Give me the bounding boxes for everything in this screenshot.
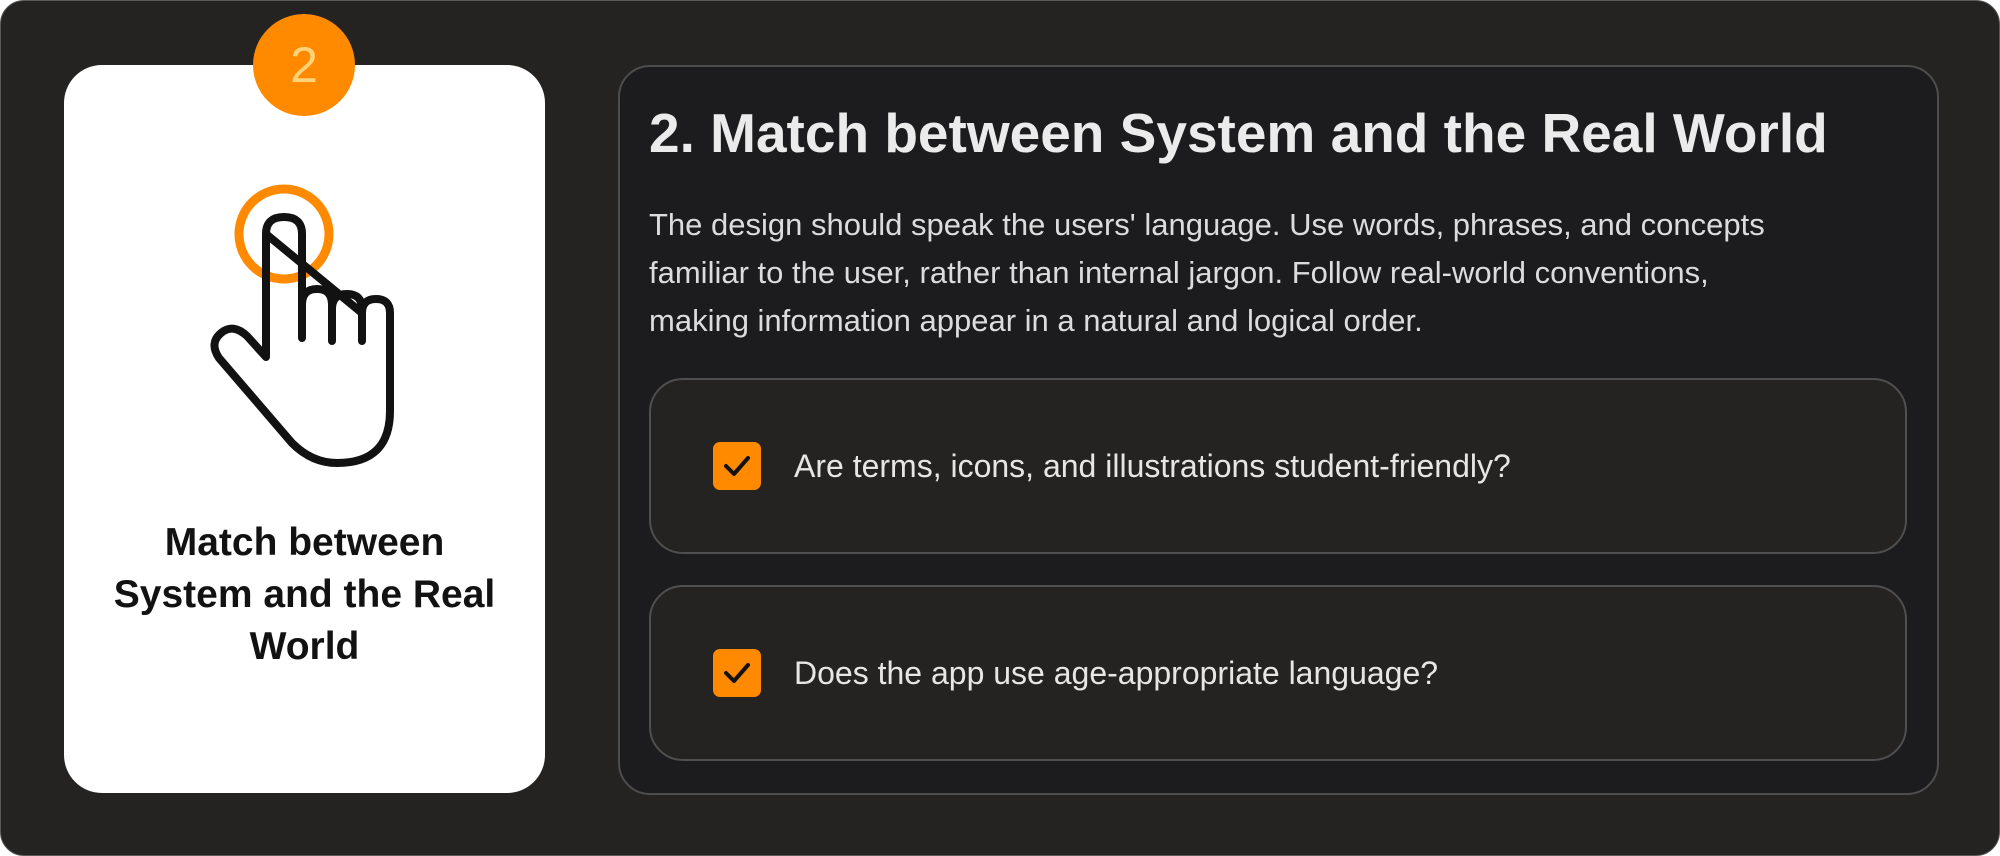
checklist-item-label: Does the app use age-appropriate languag… xyxy=(794,655,1439,691)
checkmark-icon xyxy=(724,456,750,476)
checkbox-checked[interactable] xyxy=(713,442,761,490)
checklist-item-label: Are terms, icons, and illustrations stud… xyxy=(794,448,1511,484)
card-title: Match between System and the Real World xyxy=(64,517,545,673)
card-title-line: Match between xyxy=(164,521,445,564)
step-number-badge: 2 xyxy=(253,14,355,116)
checkbox-checked[interactable] xyxy=(713,649,761,697)
heuristic-slide: 2 Match between System and the Real Worl… xyxy=(0,0,2000,856)
pointing-hand-icon xyxy=(210,184,394,467)
description-line: The design should speak the users' langu… xyxy=(649,207,1765,242)
checkmark-icon xyxy=(724,663,750,683)
description-line: making information appear in a natural a… xyxy=(649,303,1423,338)
panel-description: The design should speak the users' langu… xyxy=(649,201,1909,345)
description-line: familiar to the user, rather than intern… xyxy=(649,255,1709,290)
step-number: 2 xyxy=(290,37,318,93)
checklist-item[interactable]: Are terms, icons, and illustrations stud… xyxy=(649,378,1907,554)
panel-title: 2. Match between System and the Real Wor… xyxy=(649,102,1828,164)
card-title-line: System and the Real xyxy=(113,573,496,616)
checklist-item[interactable]: Does the app use age-appropriate languag… xyxy=(649,585,1907,761)
card-title-line: World xyxy=(249,625,360,668)
